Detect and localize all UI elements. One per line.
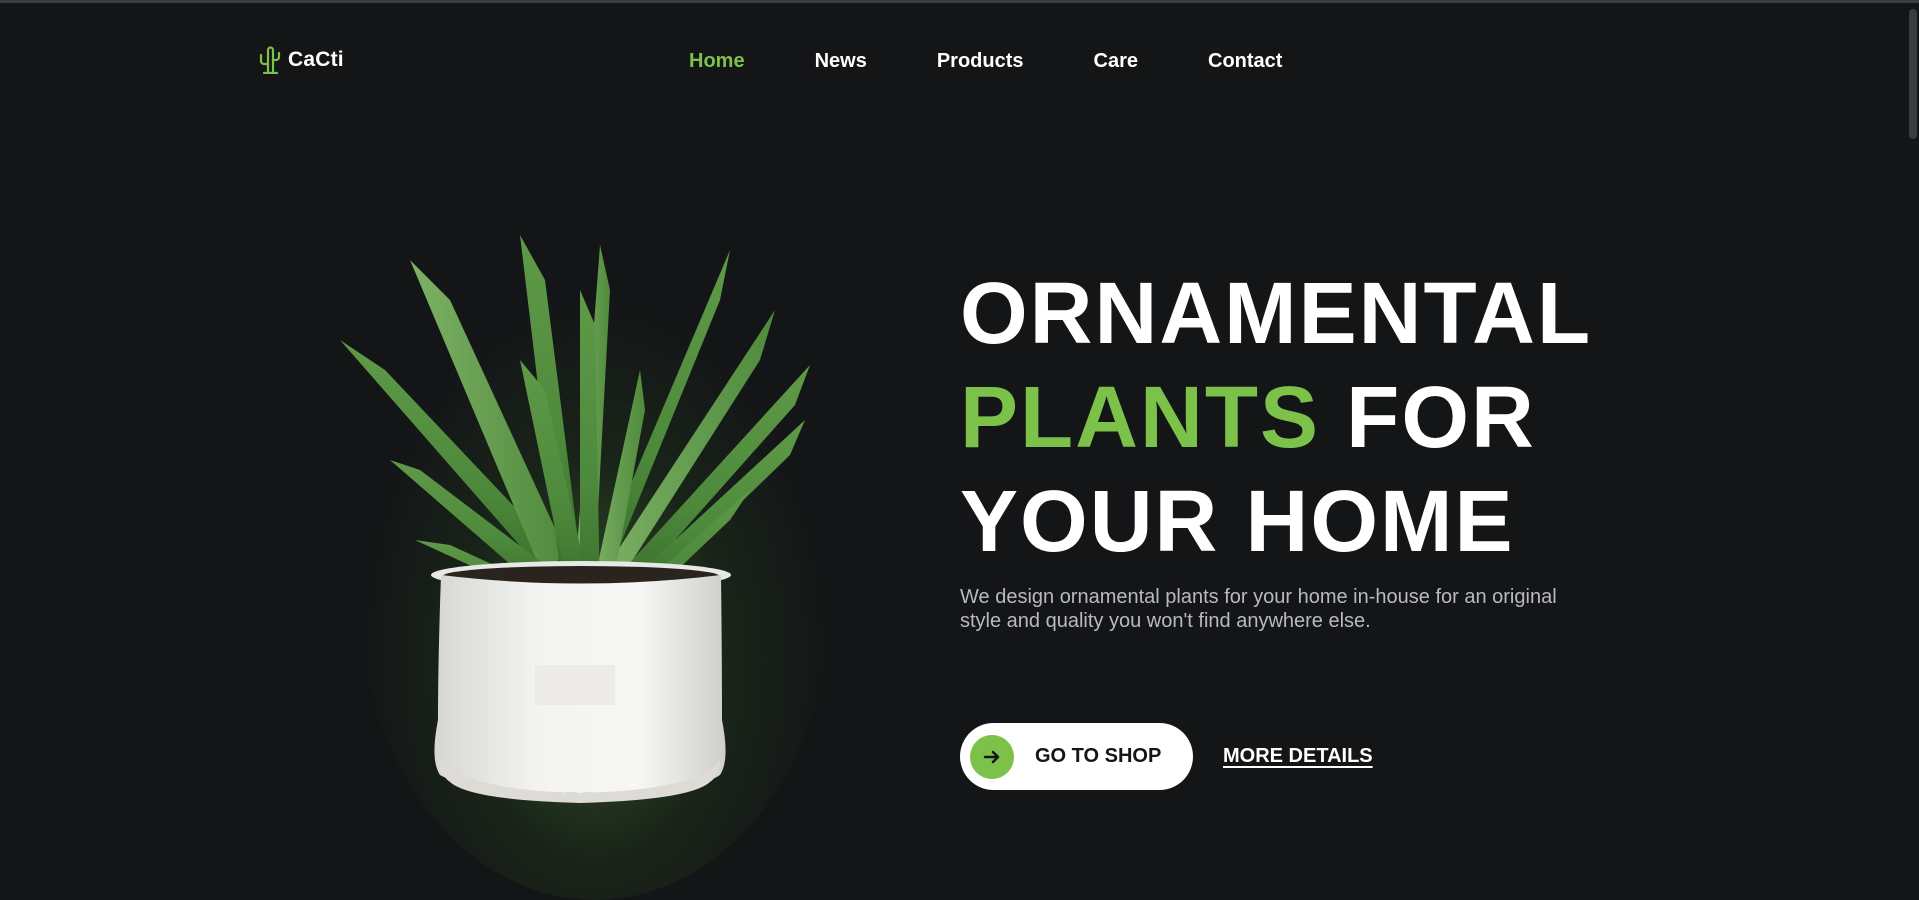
headline-line-1: ORNAMENTAL [960,265,1593,362]
cactus-icon [259,46,281,74]
hero-actions: GO TO SHOP MORE DETAILS [960,723,1373,790]
site-header: CaCti Home News Products Care Contact [0,3,1907,113]
headline-highlight: PLANTS [960,369,1320,466]
go-to-shop-label: GO TO SHOP [1035,745,1162,767]
main-nav: Home News Products Care Contact [689,48,1282,74]
nav-item-care[interactable]: Care [1094,48,1138,74]
arrow-right-icon [970,734,1014,779]
hero-headline-block: ORNAMENTAL PLANTS FOR YOUR HOME [960,262,1592,574]
plant-illustration [340,235,810,803]
scrollbar[interactable] [1907,3,1919,863]
more-details-link[interactable]: MORE DETAILS [1223,745,1373,768]
headline-line-3: YOUR HOME [960,473,1515,570]
hero-headline: ORNAMENTAL PLANTS FOR YOUR HOME [960,262,1592,574]
nav-item-news[interactable]: News [815,48,867,74]
headline-line-2-rest: FOR [1320,369,1536,466]
nav-item-products[interactable]: Products [937,48,1024,74]
hero-description: We design ornamental plants for your hom… [960,586,1557,632]
brand-name: CaCti [288,48,344,71]
go-to-shop-button[interactable]: GO TO SHOP [960,723,1193,790]
scrollbar-thumb[interactable] [1909,9,1917,139]
nav-item-contact[interactable]: Contact [1208,48,1282,74]
potted-aloe-plant-image [290,160,890,900]
logo[interactable]: CaCti [258,46,344,74]
nav-item-home[interactable]: Home [689,48,745,74]
